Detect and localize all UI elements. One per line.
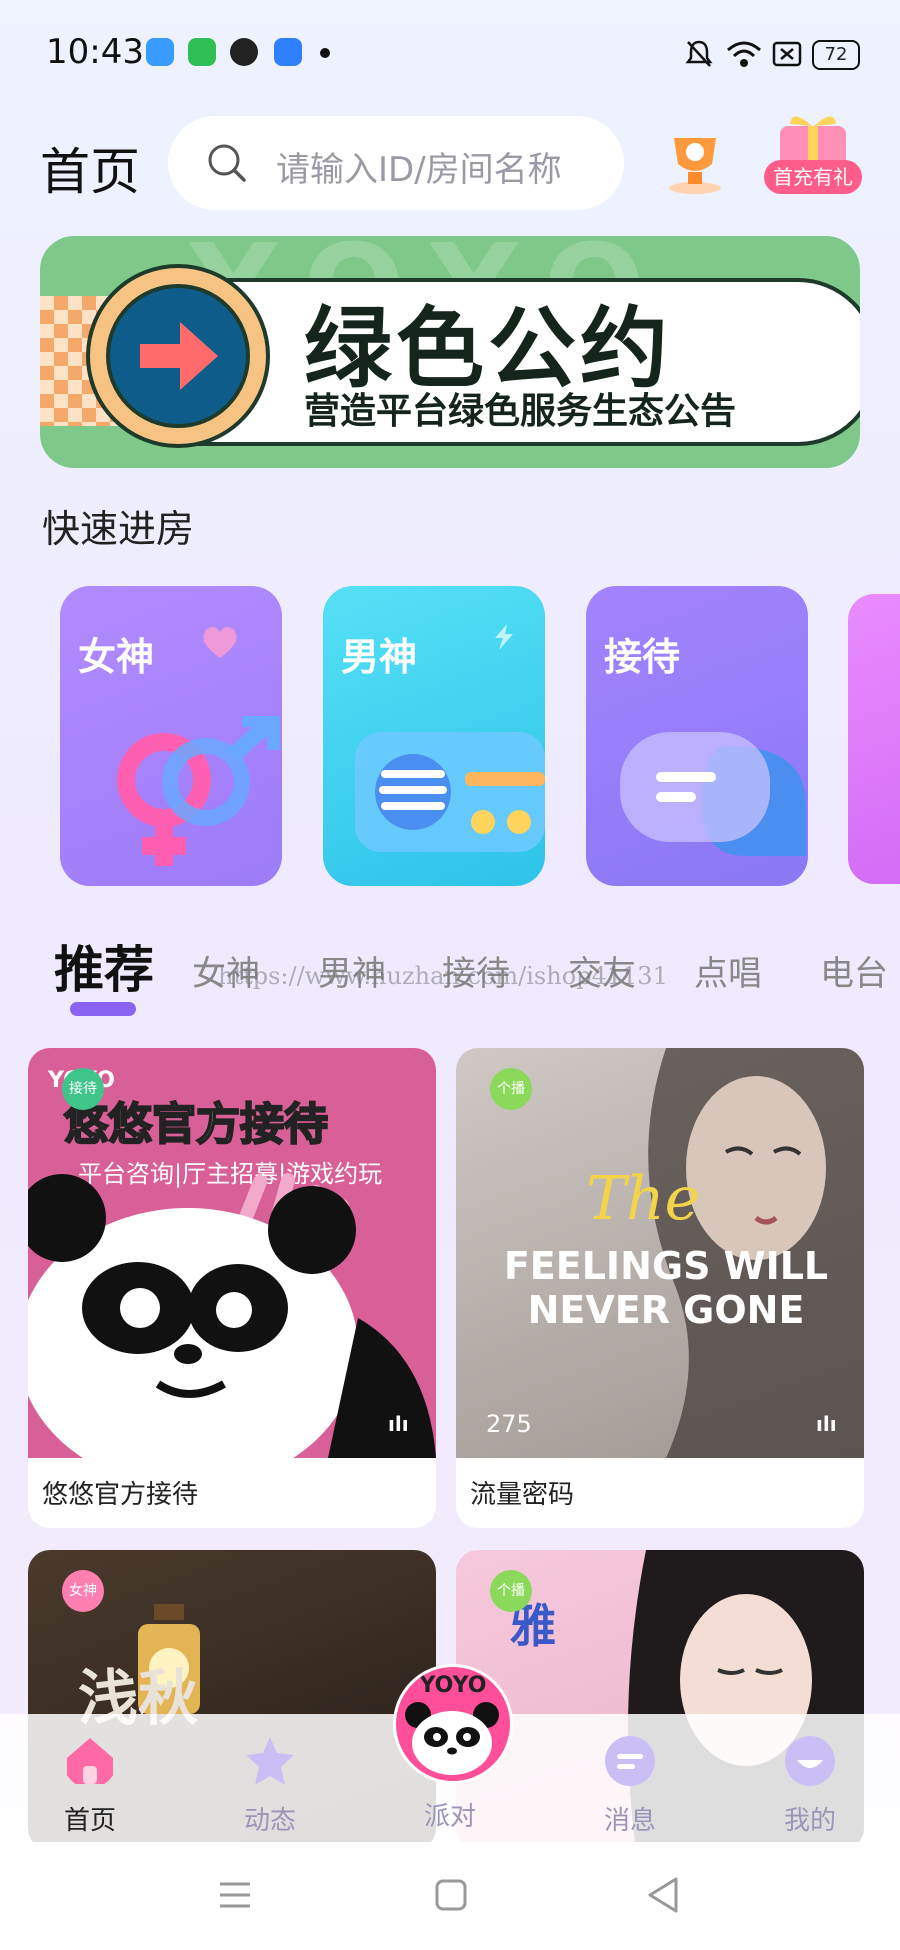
- tab-radio[interactable]: 电台: [820, 946, 900, 995]
- audio-wave-icon: ılı: [388, 1412, 409, 1436]
- trophy-icon[interactable]: [660, 128, 730, 198]
- room-cover-image: The FEELINGS WILL NEVER GONE: [456, 1048, 864, 1458]
- tab-sing[interactable]: 点唱: [694, 946, 762, 995]
- tab-recommend[interactable]: 推荐: [54, 930, 154, 1002]
- promo-banner[interactable]: YOYO 绿色公约 营造平台绿色服务生态公告: [40, 236, 860, 468]
- quick-entry-label: 男神: [341, 635, 418, 679]
- fab-brand-text: YOYO: [419, 1673, 487, 1698]
- nav-label: 我的: [783, 1806, 836, 1836]
- arrow-right-icon: [86, 264, 270, 448]
- nav-home[interactable]: 首页: [30, 1734, 150, 1837]
- nav-label: 首页: [63, 1806, 116, 1836]
- audio-wave-icon: ılı: [816, 1412, 837, 1436]
- sim-icon: [772, 41, 802, 67]
- room-name: 悠悠官方接待: [42, 1480, 199, 1510]
- quick-entry-god[interactable]: 男神: [323, 586, 545, 886]
- nav-label: 消息: [603, 1806, 656, 1836]
- nav-moments[interactable]: 动态: [210, 1734, 330, 1837]
- home-square-icon[interactable]: [434, 1878, 468, 1912]
- quick-entry-label: 女神: [78, 635, 155, 679]
- room-listener-count: 185: [58, 1410, 104, 1438]
- wifi-icon: [727, 41, 761, 67]
- quick-entry-next-card[interactable]: [848, 594, 900, 884]
- browser-notification-icon: [274, 38, 302, 66]
- shop-notification-icon: [188, 38, 216, 66]
- room-tag: 接待: [62, 1068, 104, 1110]
- search-input[interactable]: 请输入ID/房间名称: [276, 142, 562, 191]
- more-notifications-icon: [320, 48, 330, 58]
- system-nav-bar: [0, 1842, 900, 1950]
- lightning-icon: [495, 624, 513, 650]
- battery-indicator: 72: [812, 40, 860, 70]
- cover-headline: FEELINGS WILL NEVER GONE: [503, 1244, 829, 1332]
- active-tab-indicator: [70, 1002, 136, 1016]
- star-icon: [246, 1737, 294, 1785]
- cover-headline: 悠悠官方接待: [63, 1098, 329, 1151]
- home-icon: [67, 1738, 113, 1784]
- room-tag: 个播: [490, 1068, 532, 1110]
- profile-icon: [785, 1736, 835, 1786]
- wechat-notification-icon: [230, 38, 258, 66]
- quick-entry-label: 接待: [604, 635, 681, 679]
- gender-symbol-icon: [117, 716, 280, 866]
- quick-entry-goddess[interactable]: 女神: [60, 586, 282, 886]
- message-icon: [605, 1736, 655, 1786]
- status-bar: 10:43 72: [0, 0, 900, 110]
- watermark-text: https://www.huzhan.com/ishop41131: [218, 962, 668, 990]
- app-notification-icon: [146, 38, 174, 66]
- cover-script-text: The: [586, 1164, 701, 1234]
- room-card[interactable]: The FEELINGS WILL NEVER GONE 个播 275 ılı …: [456, 1048, 864, 1528]
- banner-subline: 营造平台绿色服务生态公告: [304, 391, 737, 432]
- nav-label: 动态: [243, 1806, 296, 1836]
- nav-label: 派对: [423, 1802, 476, 1832]
- panda-icon: [405, 1702, 499, 1775]
- menu-icon[interactable]: [218, 1880, 252, 1910]
- search-icon: [208, 144, 246, 182]
- page-title: 首页: [40, 143, 140, 201]
- room-name: 流量密码: [470, 1480, 575, 1510]
- back-icon[interactable]: [646, 1876, 680, 1914]
- search-bar[interactable]: 请输入ID/房间名称: [168, 116, 624, 210]
- status-time: 10:43: [46, 32, 144, 72]
- room-card[interactable]: YOYO 悠悠官方接待 平台咨询|厅主招募|游戏约玩 接待 185 ılı 悠悠…: [28, 1048, 436, 1528]
- party-fab-button[interactable]: YOYO: [393, 1664, 513, 1784]
- room-tag: 女神: [62, 1570, 104, 1612]
- quick-entry-reception[interactable]: 接待: [586, 586, 808, 886]
- first-recharge-label[interactable]: 首充有礼: [764, 160, 862, 194]
- room-tag: 个播: [490, 1570, 532, 1612]
- quick-entry-title: 快速进房: [42, 507, 195, 551]
- nav-messages[interactable]: 消息: [570, 1734, 690, 1837]
- heart-icon: [203, 626, 237, 658]
- mute-bell-icon: [685, 40, 713, 67]
- nav-profile[interactable]: 我的: [750, 1734, 870, 1837]
- room-cover-image: YOYO 悠悠官方接待 平台咨询|厅主招募|游戏约玩: [28, 1048, 436, 1458]
- room-listener-count: 275: [486, 1410, 532, 1438]
- radio-icon: [355, 732, 545, 852]
- chat-bubble-icon: [620, 732, 806, 856]
